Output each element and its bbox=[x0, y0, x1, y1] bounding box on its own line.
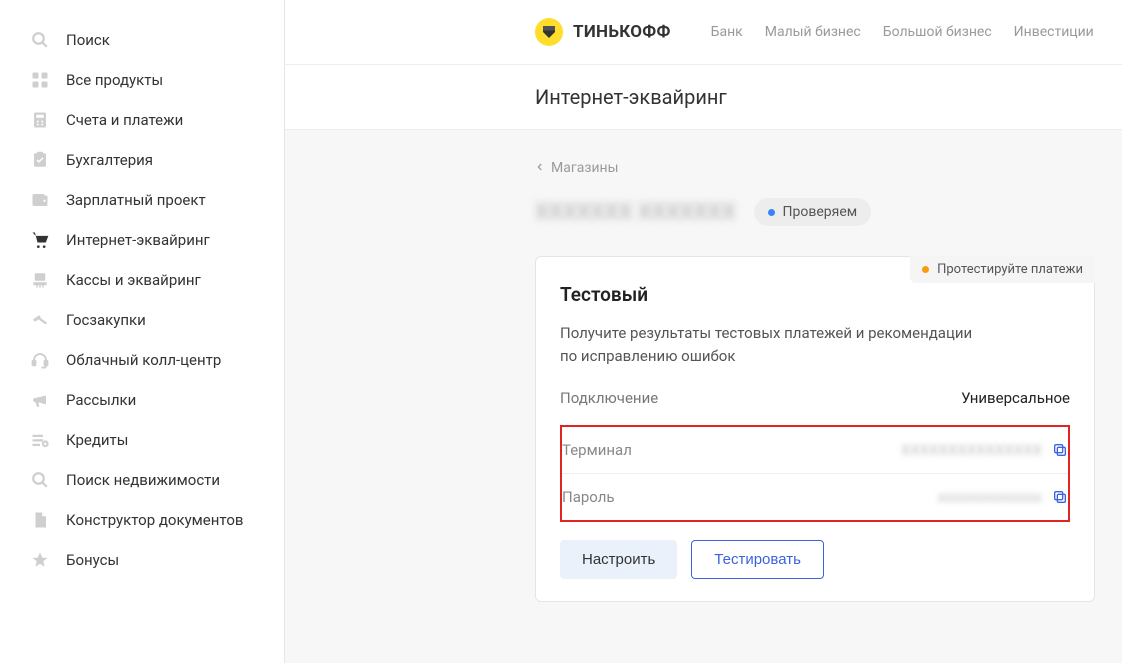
configure-button[interactable]: Настроить bbox=[560, 540, 677, 579]
sidebar-item-credits[interactable]: Кредиты bbox=[0, 420, 284, 460]
test-terminal-card: Протестируйте платежи Тестовый Получите … bbox=[535, 256, 1095, 602]
sidebar-item-payroll[interactable]: Зарплатный проект bbox=[0, 180, 284, 220]
sidebar-item-label: Бонусы bbox=[66, 551, 119, 569]
sidebar-item-label: Все продукты bbox=[66, 71, 163, 89]
card-badge: Протестируйте платежи bbox=[910, 256, 1095, 283]
terminal-value-redacted: XXXXXXXXXXXXXXX bbox=[901, 441, 1042, 459]
headset-icon bbox=[30, 350, 50, 370]
connection-label: Подключение bbox=[560, 389, 658, 407]
sidebar-item-pos-acquiring[interactable]: Кассы и эквайринг bbox=[0, 260, 284, 300]
sidebar-item-label: Кредиты bbox=[66, 431, 128, 449]
password-label: Пароль bbox=[562, 488, 615, 506]
breadcrumb-label: Магазины bbox=[551, 160, 618, 176]
sidebar-item-bonuses[interactable]: Бонусы bbox=[0, 540, 284, 580]
password-value-redacted: xxxxxxxxxxxxxx bbox=[938, 488, 1042, 506]
card-desc-line1: Получите результаты тестовых платежей и … bbox=[560, 324, 972, 342]
chevron-left-icon bbox=[535, 160, 545, 176]
nav-item-invest[interactable]: Инвестиции bbox=[1014, 24, 1094, 40]
sidebar-item-label: Поиск bbox=[66, 31, 110, 49]
page-subtitle: Интернет-эквайринг bbox=[285, 65, 1122, 130]
password-row: Пароль xxxxxxxxxxxxxx bbox=[562, 474, 1068, 520]
document-icon bbox=[30, 510, 50, 530]
sidebar-item-label: Бухгалтерия bbox=[66, 151, 153, 169]
shop-name-redacted: XXXXXXX XXXXXXX bbox=[535, 200, 736, 225]
sidebar-item-internet-acquiring[interactable]: Интернет-эквайринг bbox=[0, 220, 284, 260]
cart-icon bbox=[30, 230, 50, 250]
breadcrumb[interactable]: Магазины bbox=[535, 160, 618, 176]
sidebar-item-label: Зарплатный проект bbox=[66, 191, 206, 209]
terminal-label: Терминал bbox=[562, 441, 632, 459]
sidebar-item-label: Облачный колл-центр bbox=[66, 351, 221, 369]
status-label: Проверяем bbox=[783, 204, 858, 220]
sidebar-item-real-estate[interactable]: Поиск недвижимости bbox=[0, 460, 284, 500]
nav-item-small-biz[interactable]: Малый бизнес bbox=[765, 24, 861, 40]
sidebar-item-label: Рассылки bbox=[66, 391, 136, 409]
sidebar-item-search[interactable]: Поиск bbox=[0, 20, 284, 60]
gavel-icon bbox=[30, 310, 50, 330]
main-area: ТИНЬКОФФ Банк Малый бизнес Большой бизне… bbox=[285, 0, 1122, 663]
connection-row: Подключение Универсальное bbox=[560, 389, 1070, 425]
clipboard-icon bbox=[30, 150, 50, 170]
brand[interactable]: ТИНЬКОФФ bbox=[535, 18, 671, 46]
shop-title-row: XXXXXXX XXXXXXX Проверяем bbox=[535, 198, 1122, 226]
copy-password-button[interactable] bbox=[1052, 489, 1068, 505]
sidebar-item-call-center[interactable]: Облачный колл-центр bbox=[0, 340, 284, 380]
calculator-icon bbox=[30, 110, 50, 130]
card-buttons: Настроить Тестировать bbox=[560, 540, 1070, 579]
card-title: Тестовый bbox=[560, 283, 1070, 306]
star-icon bbox=[30, 550, 50, 570]
sidebar-item-doc-constructor[interactable]: Конструктор документов bbox=[0, 500, 284, 540]
brand-name: ТИНЬКОФФ bbox=[573, 22, 671, 42]
badge-dot-icon bbox=[922, 266, 929, 273]
copy-terminal-button[interactable] bbox=[1052, 442, 1068, 458]
status-badge: Проверяем bbox=[754, 198, 872, 226]
connection-value: Универсальное bbox=[961, 389, 1070, 407]
sidebar-item-label: Поиск недвижимости bbox=[66, 471, 220, 489]
test-button[interactable]: Тестировать bbox=[691, 540, 824, 579]
sidebar-item-accounting[interactable]: Бухгалтерия bbox=[0, 140, 284, 180]
top-nav: Банк Малый бизнес Большой бизнес Инвести… bbox=[711, 24, 1094, 40]
sidebar-item-label: Счета и платежи bbox=[66, 111, 183, 129]
search-icon bbox=[30, 470, 50, 490]
content: Магазины XXXXXXX XXXXXXX Проверяем Проте… bbox=[285, 130, 1122, 632]
brand-logo-icon bbox=[535, 18, 563, 46]
sidebar-item-accounts[interactable]: Счета и платежи bbox=[0, 100, 284, 140]
terminal-row: Терминал XXXXXXXXXXXXXXX bbox=[562, 427, 1068, 474]
search-icon bbox=[30, 30, 50, 50]
sidebar-item-label: Конструктор документов bbox=[66, 511, 243, 529]
topbar: ТИНЬКОФФ Банк Малый бизнес Большой бизне… bbox=[285, 0, 1122, 65]
sidebar-item-label: Кассы и эквайринг bbox=[66, 271, 201, 289]
status-dot-icon bbox=[768, 209, 775, 216]
sidebar-item-gov-procurement[interactable]: Госзакупки bbox=[0, 300, 284, 340]
card-desc-line2: по исправлению ошибок bbox=[560, 347, 735, 365]
nav-item-big-biz[interactable]: Большой бизнес bbox=[883, 24, 992, 40]
sidebar-item-all-products[interactable]: Все продукты bbox=[0, 60, 284, 100]
megaphone-icon bbox=[30, 390, 50, 410]
nav-item-bank[interactable]: Банк bbox=[711, 24, 743, 40]
sidebar-item-mailings[interactable]: Рассылки bbox=[0, 380, 284, 420]
wallet-icon bbox=[30, 190, 50, 210]
sidebar-item-label: Интернет-эквайринг bbox=[66, 231, 210, 249]
credentials-highlight: Терминал XXXXXXXXXXXXXXX Пароль xxxxxxxx… bbox=[560, 425, 1070, 522]
sidebar-item-label: Госзакупки bbox=[66, 311, 146, 329]
pos-icon bbox=[30, 270, 50, 290]
sidebar: Поиск Все продукты Счета и платежи Бухга… bbox=[0, 0, 285, 663]
card-description: Получите результаты тестовых платежей и … bbox=[560, 322, 1070, 367]
plus-list-icon bbox=[30, 430, 50, 450]
card-badge-label: Протестируйте платежи bbox=[937, 262, 1083, 277]
grid-icon bbox=[30, 70, 50, 90]
